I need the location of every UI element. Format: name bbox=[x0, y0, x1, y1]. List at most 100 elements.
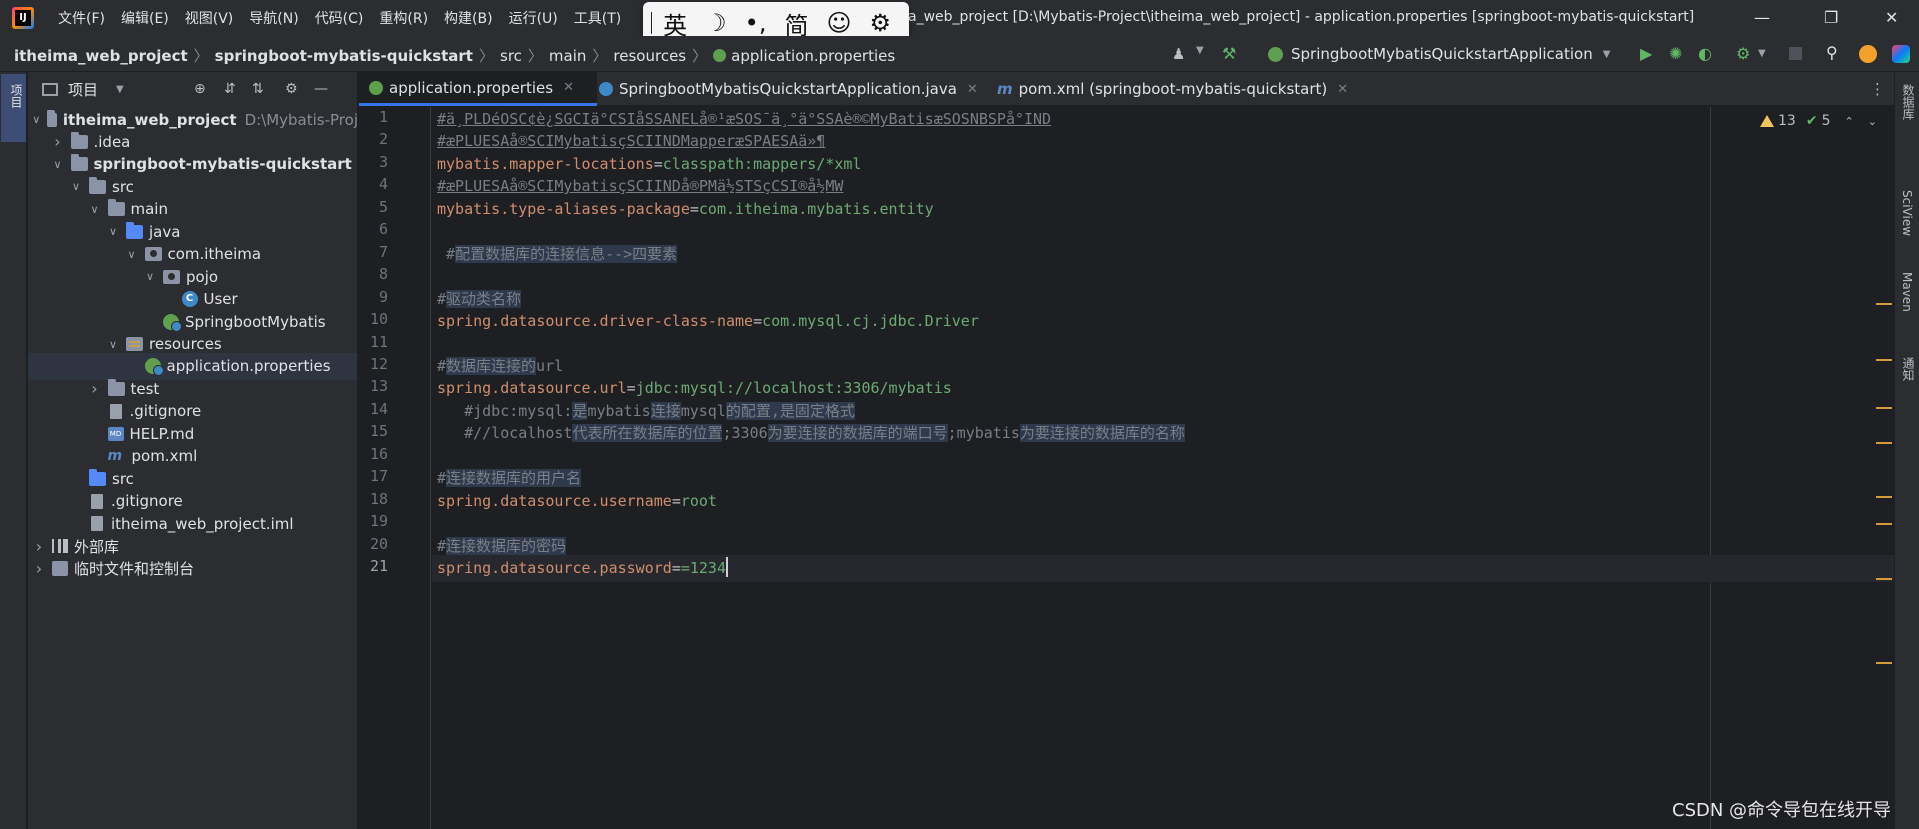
chevron-down-icon[interactable]: ∨ bbox=[125, 248, 139, 261]
project-panel-title[interactable]: 项目 bbox=[68, 79, 98, 100]
breadcrumb-item[interactable]: application.properties bbox=[731, 47, 895, 65]
error-stripe-mark[interactable] bbox=[1876, 662, 1892, 664]
tab-label: SpringbootMybatisQuickstartApplication.j… bbox=[619, 80, 957, 98]
project-tool-label: 项目 bbox=[9, 84, 23, 108]
intellij-logo-icon[interactable]: IJ bbox=[12, 7, 34, 29]
ime-settings-gear-icon[interactable]: ⚙ bbox=[869, 9, 891, 37]
breadcrumb-item[interactable]: springboot-mybatis-quickstart bbox=[215, 47, 473, 65]
breadcrumb-item[interactable]: itheima_web_project bbox=[14, 47, 188, 65]
chevron-down-icon[interactable]: ∨ bbox=[106, 225, 120, 238]
menu-item[interactable]: 重构(R) bbox=[371, 8, 436, 28]
more-tabs-icon[interactable]: ⋮ bbox=[1870, 80, 1885, 98]
restore-icon[interactable]: ❐ bbox=[1824, 8, 1838, 27]
tree-item-label: pom.xml bbox=[131, 447, 198, 466]
error-stripe-mark[interactable] bbox=[1876, 496, 1892, 498]
notifications-tool-tab[interactable]: 通知 bbox=[1900, 357, 1917, 381]
profile-icon[interactable]: ⚙ bbox=[1736, 44, 1752, 63]
breadcrumb-separator: 〉 bbox=[527, 47, 543, 65]
chevron-down-icon[interactable]: ∨ bbox=[32, 113, 41, 126]
code-token: #æPLUESAå®SCIMybatisçSCIINDMapperæSPAESA… bbox=[437, 132, 826, 151]
error-stripe-mark[interactable] bbox=[1876, 442, 1892, 444]
punctuation-icon[interactable]: •, bbox=[745, 9, 767, 37]
code-token: spring.datasource.driver-class-name bbox=[437, 312, 754, 331]
logo-mark: IJ bbox=[15, 10, 31, 26]
project-tool-tab[interactable]: 项目 bbox=[1, 74, 26, 142]
previous-highlight-icon[interactable]: ⌃ bbox=[1844, 115, 1853, 128]
close-icon[interactable]: ✕ bbox=[1885, 8, 1898, 27]
run-icon[interactable]: ▶ bbox=[1640, 44, 1656, 63]
chevron-down-icon[interactable]: ▼ bbox=[1196, 45, 1212, 61]
menu-item[interactable]: 编辑(E) bbox=[113, 8, 177, 28]
chevron-down-icon[interactable]: ∨ bbox=[143, 270, 157, 283]
code-line[interactable]: spring.datasource.password==1234 bbox=[432, 555, 1894, 582]
error-stripe-mark[interactable] bbox=[1876, 359, 1892, 361]
error-stripe-mark[interactable] bbox=[1876, 523, 1892, 525]
locate-icon[interactable]: ⊕ bbox=[194, 81, 206, 97]
menu-item[interactable]: 构建(B) bbox=[436, 8, 501, 28]
menu-item[interactable]: 导航(N) bbox=[241, 8, 306, 28]
sciview-tool-tab[interactable]: SciView bbox=[1900, 190, 1914, 236]
error-stripe-mark[interactable] bbox=[1876, 407, 1892, 409]
tab-springboot-application-java[interactable]: SpringbootMybatisQuickstartApplication.j… bbox=[589, 72, 988, 106]
breadcrumb: itheima_web_project 〉 springboot-mybatis-q… bbox=[14, 45, 895, 66]
expand-all-icon[interactable]: ⇵ bbox=[224, 81, 236, 97]
close-tab-icon[interactable]: ✕ bbox=[1337, 82, 1348, 97]
stop-icon[interactable] bbox=[1789, 47, 1802, 60]
chevron-down-icon[interactable]: ▼ bbox=[116, 84, 124, 95]
search-icon[interactable]: ⚲ bbox=[1826, 43, 1842, 62]
database-tool-tab[interactable]: 数据库 bbox=[1900, 84, 1917, 120]
maven-tool-tab[interactable]: Maven bbox=[1900, 272, 1914, 312]
breadcrumb-item[interactable]: main bbox=[549, 47, 586, 65]
run-configuration-selector[interactable]: SpringbootMybatisQuickstartApplication ▼ bbox=[1268, 43, 1610, 65]
hide-panel-icon[interactable]: — bbox=[314, 81, 328, 97]
toolbox-icon[interactable] bbox=[1892, 45, 1910, 63]
chevron-down-icon[interactable]: ∨ bbox=[69, 180, 83, 193]
inspection-widget[interactable]: 13 ✔ 5 ⌃ ⌄ bbox=[1760, 113, 1877, 129]
code-token: jdbc:mysql://localhost:3306/mybatis bbox=[635, 379, 952, 398]
debug-icon[interactable]: ✺ bbox=[1669, 44, 1685, 63]
menu-item[interactable]: 工具(T) bbox=[566, 8, 629, 28]
line-number: 1 bbox=[378, 108, 388, 126]
chevron-right-icon[interactable]: › bbox=[51, 132, 65, 151]
code-editor[interactable]: 1 2 3 4 5 6 7 8 9 10 11 12 13 14 15 16 17 18 19 20 21 #ä¸PLD… bbox=[359, 107, 1894, 829]
code-token: url bbox=[536, 356, 564, 375]
close-tab-icon[interactable]: ✕ bbox=[967, 82, 978, 97]
code-token: root bbox=[680, 491, 717, 510]
moon-icon[interactable]: ☽ bbox=[705, 9, 727, 37]
code-token: #jdbc:mysql: bbox=[437, 401, 573, 420]
breadcrumb-item[interactable]: resources bbox=[613, 47, 686, 65]
tree-item[interactable]: › 临时文件和控制台 bbox=[28, 555, 357, 582]
breadcrumb-item[interactable]: src bbox=[500, 47, 522, 65]
coverage-icon[interactable]: ◐ bbox=[1698, 44, 1714, 63]
menu-item[interactable]: 代码(C) bbox=[307, 8, 372, 28]
tab-pom-xml[interactable]: m pom.xml (springboot-mybatis-quickstart… bbox=[987, 72, 1358, 106]
markdown-icon: MD bbox=[107, 426, 124, 441]
chevron-right-icon[interactable]: › bbox=[32, 559, 46, 578]
next-highlight-icon[interactable]: ⌄ bbox=[1868, 115, 1877, 128]
tab-application-properties[interactable]: application.properties ✕ bbox=[359, 72, 597, 106]
update-icon[interactable] bbox=[1859, 45, 1877, 63]
breadcrumb-separator: 〉 bbox=[478, 47, 494, 65]
chevron-down-icon[interactable]: ∨ bbox=[106, 338, 120, 351]
error-stripe-mark[interactable] bbox=[1876, 303, 1892, 305]
chevron-right-icon[interactable]: › bbox=[32, 537, 46, 556]
menu-item[interactable]: 运行(U) bbox=[501, 8, 566, 28]
emoji-icon[interactable]: ☺ bbox=[826, 9, 851, 37]
menu-item[interactable]: 视图(V) bbox=[177, 8, 242, 28]
chevron-down-icon[interactable]: ∨ bbox=[51, 158, 65, 171]
build-hammer-icon[interactable]: ⚒ bbox=[1222, 44, 1238, 63]
chevron-down-icon[interactable]: ∨ bbox=[88, 203, 102, 216]
user-icon[interactable]: ♟ bbox=[1172, 45, 1188, 63]
more-run-options-icon[interactable]: ▼ bbox=[1758, 48, 1774, 64]
minimize-icon[interactable]: — bbox=[1754, 8, 1770, 27]
menu-item[interactable]: 文件(F) bbox=[50, 8, 113, 28]
collapse-all-icon[interactable]: ⇅ bbox=[252, 81, 264, 97]
close-tab-icon[interactable]: ✕ bbox=[563, 80, 574, 95]
line-number: 8 bbox=[378, 265, 388, 284]
code-area[interactable]: #ä¸PLDéOSC¢è¿SGCIä°CSIåSSANELå®¹æSOS¯ä¸°… bbox=[432, 107, 1894, 829]
code-token: = bbox=[671, 559, 681, 577]
error-stripe-mark[interactable] bbox=[1876, 578, 1892, 580]
gear-icon[interactable]: ⚙ bbox=[285, 81, 298, 97]
code-token: #//localhost bbox=[437, 424, 573, 443]
chevron-right-icon[interactable]: › bbox=[88, 379, 102, 398]
